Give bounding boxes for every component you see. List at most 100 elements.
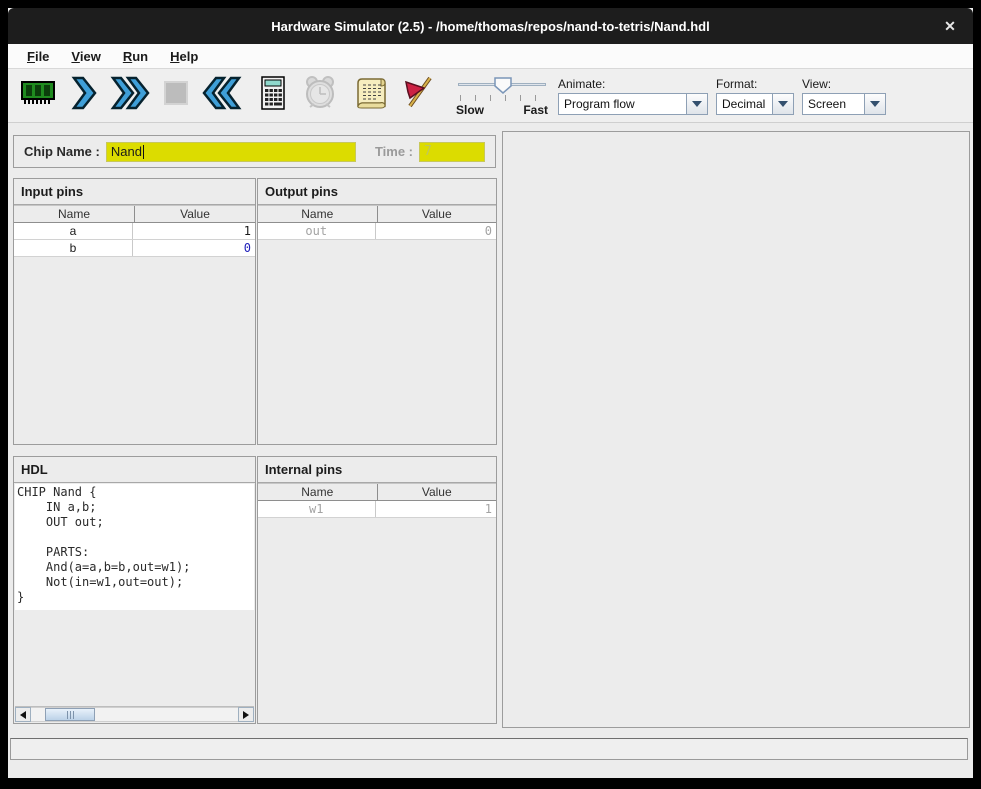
input-pins-table: Name Value a 1 b 0 xyxy=(14,205,255,257)
flag-icon xyxy=(400,74,436,117)
screen-view-panel xyxy=(502,131,970,728)
animate-select[interactable]: Program flow xyxy=(558,93,708,115)
output-pins-title: Output pins xyxy=(258,179,496,205)
script-icon xyxy=(355,74,389,117)
main-content: Chip Name : Nand Time : 7 Input pins Nam… xyxy=(8,123,973,778)
chip-name-bar: Chip Name : Nand Time : 7 xyxy=(13,135,496,168)
hdl-code-view[interactable]: CHIP Nand { IN a,b; OUT out; PARTS: And(… xyxy=(15,484,254,610)
chevron-down-icon xyxy=(870,101,880,107)
speed-slider[interactable]: Slow Fast xyxy=(456,75,548,117)
hdl-panel: HDL CHIP Nand { IN a,b; OUT out; PARTS: … xyxy=(13,456,256,724)
stop-button[interactable] xyxy=(154,74,198,118)
slider-thumb[interactable] xyxy=(494,77,512,99)
output-pins-panel: Output pins Name Value out 0 xyxy=(257,178,497,445)
pin-value: 0 xyxy=(376,223,497,239)
table-row[interactable]: a 1 xyxy=(14,223,255,240)
menu-run[interactable]: Run xyxy=(114,46,157,67)
slider-slow-label: Slow xyxy=(456,103,484,117)
view-value: Screen xyxy=(802,93,864,115)
internal-pins-title: Internal pins xyxy=(258,457,496,483)
chip-name-input[interactable]: Nand xyxy=(106,142,356,162)
code-line: PARTS: xyxy=(17,545,252,560)
chip-name-value: Nand xyxy=(111,144,142,159)
arrow-right-icon xyxy=(243,711,249,719)
animate-label: Animate: xyxy=(558,77,708,91)
slider-fast-label: Fast xyxy=(523,103,548,117)
calculator-button[interactable] xyxy=(252,74,296,118)
internal-pins-table: Name Value w1 1 xyxy=(258,483,496,518)
step-forward-icon xyxy=(69,74,99,117)
status-bar xyxy=(10,738,968,760)
chevron-down-icon xyxy=(692,101,702,107)
window-title: Hardware Simulator (2.5) - /home/thomas/… xyxy=(271,19,709,34)
fast-forward-icon xyxy=(109,74,151,117)
chevron-down-icon xyxy=(778,101,788,107)
chip-name-label: Chip Name : xyxy=(24,144,100,159)
memory-chip-icon xyxy=(19,76,57,115)
reset-button[interactable] xyxy=(200,74,244,118)
scrollbar-track[interactable] xyxy=(31,707,238,722)
animate-value: Program flow xyxy=(558,93,686,115)
text-cursor xyxy=(143,145,144,159)
format-dropdown-button[interactable] xyxy=(772,93,794,115)
pin-name: w1 xyxy=(258,501,376,517)
code-line: IN a,b; xyxy=(17,500,252,515)
input-pins-panel: Input pins Name Value a 1 b 0 xyxy=(13,178,256,445)
column-header-value: Value xyxy=(378,484,497,500)
table-header: Name Value xyxy=(258,205,496,223)
scroll-right-button[interactable] xyxy=(238,707,254,722)
format-value: Decimal xyxy=(716,93,772,115)
format-label: Format: xyxy=(716,77,794,91)
scroll-left-button[interactable] xyxy=(15,707,31,722)
table-row[interactable]: b 0 xyxy=(14,240,255,257)
table-row: w1 1 xyxy=(258,501,496,518)
scrollbar-thumb[interactable] xyxy=(45,708,95,721)
code-line xyxy=(17,530,252,545)
hdl-horizontal-scrollbar[interactable] xyxy=(15,706,254,722)
load-chip-button[interactable] xyxy=(16,74,60,118)
format-select[interactable]: Decimal xyxy=(716,93,794,115)
code-line: And(a=a,b=b,out=w1); xyxy=(17,560,252,575)
input-pins-title: Input pins xyxy=(14,179,255,205)
clock-icon xyxy=(302,74,338,117)
menu-bar: File View Run Help xyxy=(8,44,973,69)
output-pins-table: Name Value out 0 xyxy=(258,205,496,240)
view-dropdown-button[interactable] xyxy=(864,93,886,115)
pin-name: b xyxy=(14,240,133,256)
table-row: out 0 xyxy=(258,223,496,240)
column-header-name: Name xyxy=(14,206,135,222)
code-line: CHIP Nand { xyxy=(17,485,252,500)
pin-value[interactable]: 1 xyxy=(133,223,255,239)
hdl-title: HDL xyxy=(14,457,255,483)
run-button[interactable] xyxy=(108,74,152,118)
time-label: Time : xyxy=(375,144,413,159)
breakpoints-button[interactable] xyxy=(396,74,440,118)
rewind-icon xyxy=(201,74,243,117)
stop-icon xyxy=(159,76,193,115)
view-select[interactable]: Screen xyxy=(802,93,886,115)
toolbar: Slow Fast Animate: Program flow Format: … xyxy=(8,69,973,123)
app-window: Hardware Simulator (2.5) - /home/thomas/… xyxy=(8,8,973,778)
menu-file[interactable]: File xyxy=(18,46,58,67)
close-button[interactable]: ✕ xyxy=(939,16,961,36)
time-field: 7 xyxy=(419,142,485,162)
internal-pins-panel: Internal pins Name Value w1 1 xyxy=(257,456,497,724)
column-header-value: Value xyxy=(135,206,255,222)
view-label: View: xyxy=(802,77,886,91)
single-step-button[interactable] xyxy=(62,74,106,118)
clock-button[interactable] xyxy=(298,74,342,118)
title-bar: Hardware Simulator (2.5) - /home/thomas/… xyxy=(8,8,973,44)
code-line: } xyxy=(17,590,252,605)
animate-dropdown-button[interactable] xyxy=(686,93,708,115)
column-header-name: Name xyxy=(258,484,378,500)
calculator-icon xyxy=(258,74,290,117)
code-line: OUT out; xyxy=(17,515,252,530)
table-header: Name Value xyxy=(258,483,496,501)
pin-name: out xyxy=(258,223,376,239)
pin-value-editing[interactable]: 0 xyxy=(133,240,255,256)
pin-name: a xyxy=(14,223,133,239)
menu-help[interactable]: Help xyxy=(161,46,207,67)
column-header-value: Value xyxy=(378,206,497,222)
menu-view[interactable]: View xyxy=(62,46,109,67)
script-button[interactable] xyxy=(350,74,394,118)
